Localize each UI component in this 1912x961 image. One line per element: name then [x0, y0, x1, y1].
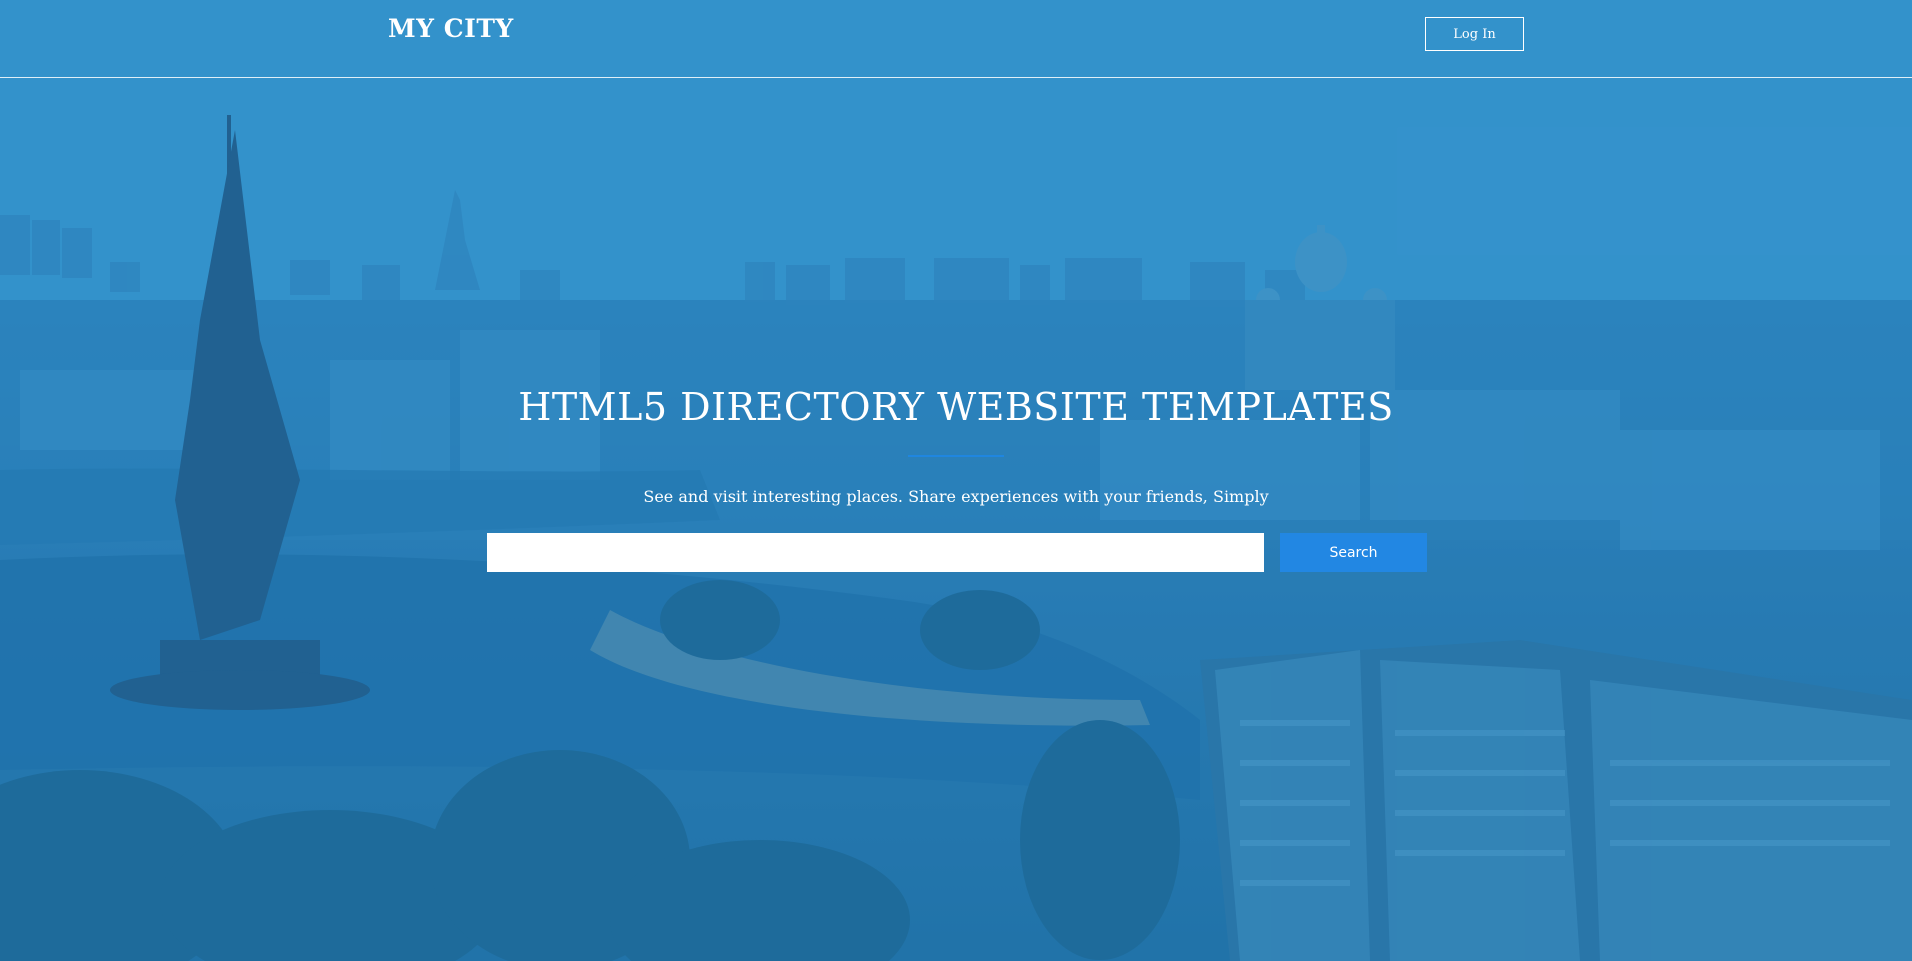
site-logo[interactable]: MY CITY — [388, 14, 514, 43]
search-button[interactable]: Search — [1280, 533, 1427, 572]
hero-title: HTML5 DIRECTORY WEBSITE TEMPLATES — [518, 385, 1394, 429]
login-button[interactable]: Log In — [1425, 17, 1524, 51]
site-header: MY CITY Log In — [0, 0, 1912, 78]
color-overlay — [0, 0, 1912, 961]
search-input[interactable] — [487, 533, 1264, 572]
hero-subtitle: See and visit interesting places. Share … — [643, 487, 1269, 506]
page: MY CITY Log In HTML5 DIRECTORY WEBSITE T… — [0, 0, 1912, 961]
hero-divider — [908, 455, 1004, 457]
